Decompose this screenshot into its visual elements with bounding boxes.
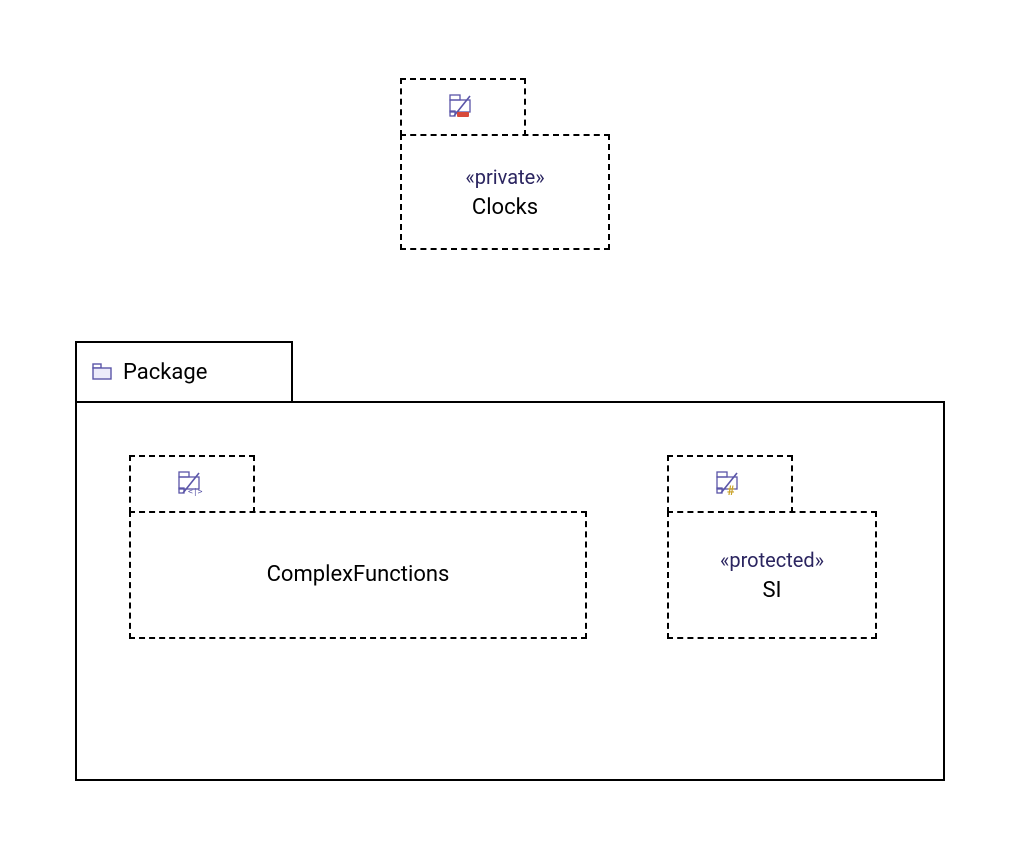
package-body-container[interactable]: <|> ComplexFunctions # — [75, 401, 945, 781]
package-tab-container[interactable]: Package — [75, 341, 293, 403]
container-title-label: Package — [115, 360, 207, 385]
svg-text:#: # — [727, 484, 735, 497]
package-name-label: ComplexFunctions — [267, 560, 450, 591]
private-package-icon — [448, 94, 478, 120]
diagram-canvas: «private» Clocks Package <|> — [0, 0, 1011, 865]
package-tab-complexfunctions[interactable]: <|> — [129, 455, 255, 513]
protected-package-icon: # — [715, 471, 745, 497]
folder-icon — [91, 362, 115, 382]
stereotype-label: «protected» — [720, 544, 824, 576]
package-name-label: SI — [762, 576, 781, 607]
package-body-si[interactable]: «protected» SI — [667, 511, 877, 639]
stereotype-label: «private» — [465, 161, 544, 193]
svg-text:<|>: <|> — [188, 487, 203, 496]
package-body-complexfunctions[interactable]: ComplexFunctions — [129, 511, 587, 639]
package-tab-si[interactable]: # — [667, 455, 793, 513]
public-package-icon: <|> — [177, 471, 207, 497]
package-tab-clocks[interactable] — [400, 78, 526, 136]
package-body-clocks[interactable]: «private» Clocks — [400, 134, 610, 250]
package-name-label: Clocks — [472, 193, 538, 224]
